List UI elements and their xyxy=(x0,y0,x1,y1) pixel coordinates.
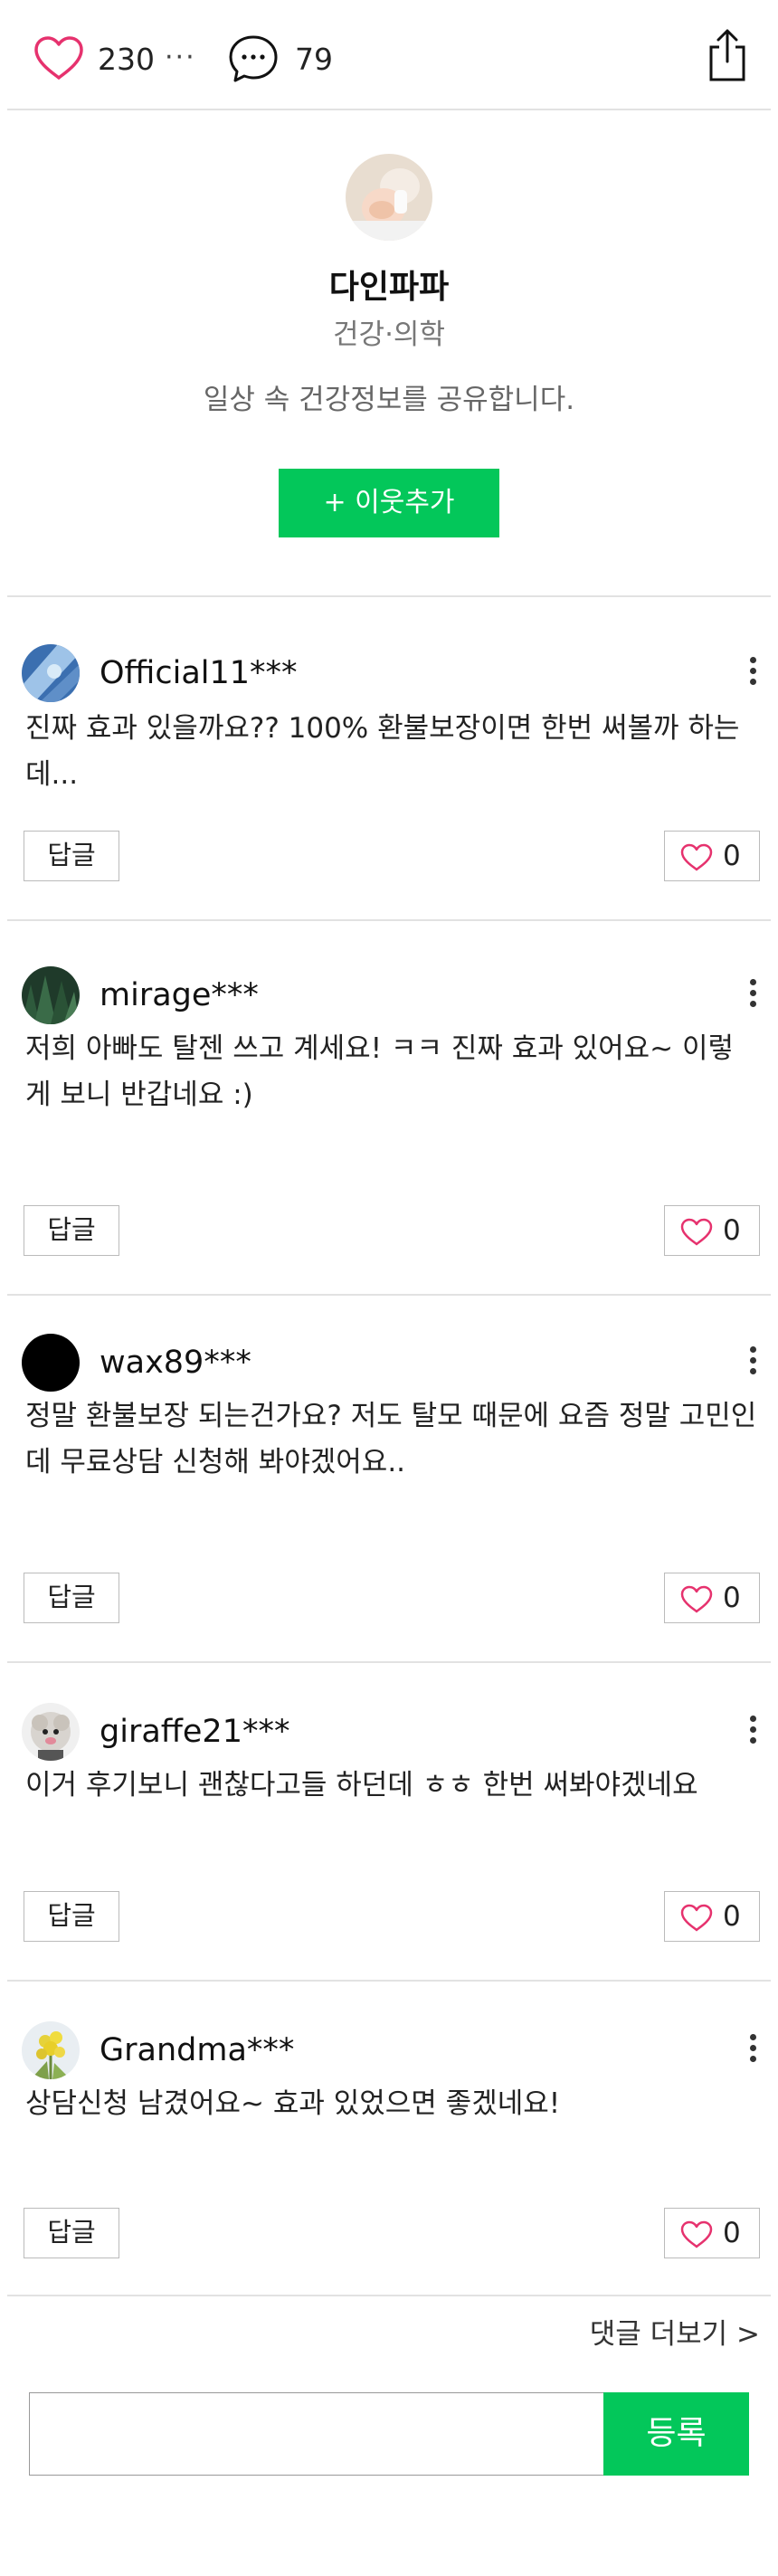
reply-button[interactable]: 답글 xyxy=(24,1573,119,1623)
comment-menu-icon[interactable] xyxy=(742,975,764,1015)
comment-username[interactable]: Grandma*** xyxy=(100,2030,294,2070)
comment-like-count: 0 xyxy=(723,840,741,872)
reply-button[interactable]: 답글 xyxy=(24,1205,119,1256)
comment-menu-icon[interactable] xyxy=(742,1343,764,1383)
comment-text: 상담신청 남겼어요~ 효과 있었으면 좋겠네요! xyxy=(25,2087,561,2120)
comment-item: mirage*** 저희 아빠도 탈젠 쓰고 계세요! ㅋㅋ 진짜 효과 있어요… xyxy=(0,921,778,1294)
comment-username[interactable]: giraffe21*** xyxy=(100,1712,289,1752)
heart-icon xyxy=(680,843,713,871)
more-comments-link[interactable]: 댓글 더보기 > xyxy=(489,2316,760,2353)
avatar[interactable] xyxy=(346,154,432,241)
comment-item: wax89*** 정말 환불보장 되는건가요? 저도 탈모 때문에 요즘 정말 … xyxy=(0,1296,778,1661)
avatar[interactable] xyxy=(22,1703,80,1761)
profile-description: 일상 속 건강정보를 공유합니다. xyxy=(203,384,575,416)
comment-like-button[interactable]: 0 xyxy=(664,1891,760,1942)
like-count: 230 xyxy=(98,42,155,77)
blog-profile: 다인파파 건강·의학 일상 속 건강정보를 공유합니다. + 이웃추가 xyxy=(0,110,778,595)
reply-button[interactable]: 답글 xyxy=(24,831,119,881)
comment-like-button[interactable]: 0 xyxy=(664,1573,760,1623)
avatar[interactable] xyxy=(22,644,80,702)
comment-like-button[interactable]: 0 xyxy=(664,2208,760,2258)
heart-icon xyxy=(680,1218,713,1246)
comment-username[interactable]: mirage*** xyxy=(100,975,259,1015)
action-bar: 230 ··· 79 xyxy=(0,0,778,109)
reply-button[interactable]: 답글 xyxy=(24,2208,119,2258)
divider xyxy=(7,2295,771,2296)
reply-button[interactable]: 답글 xyxy=(24,1891,119,1942)
avatar[interactable] xyxy=(22,2021,80,2079)
comment-item: giraffe21*** 이거 후기보니 괜찮다고들 하던데 ㅎㅎ 한번 써봐야… xyxy=(0,1663,778,1980)
comment-count: 79 xyxy=(295,42,333,77)
avatar[interactable] xyxy=(22,966,80,1024)
comment-item: Official11*** 진짜 효과 있을까요?? 100% 환불보장이면 한… xyxy=(0,597,778,919)
heart-icon[interactable] xyxy=(33,34,85,81)
comment-text: 진짜 효과 있을까요?? 100% 환불보장이면 한번 써볼까 하는데... xyxy=(25,712,740,791)
comment-like-button[interactable]: 0 xyxy=(664,1205,760,1256)
avatar[interactable] xyxy=(22,1334,80,1392)
share-icon[interactable] xyxy=(704,27,751,83)
heart-icon xyxy=(680,1904,713,1932)
comment-like-count: 0 xyxy=(723,2217,741,2249)
profile-category: 건강·의학 xyxy=(333,318,445,351)
comment-like-count: 0 xyxy=(723,1900,741,1933)
add-neighbor-button[interactable]: + 이웃추가 xyxy=(279,469,499,537)
comment-text: 이거 후기보니 괜찮다고들 하던데 ㅎㅎ 한번 써봐야겠네요 xyxy=(25,1769,698,1801)
comment-username[interactable]: wax89*** xyxy=(100,1343,251,1383)
heart-icon xyxy=(680,2220,713,2248)
comment-text: 정말 환불보장 되는건가요? 저도 탈모 때문에 요즘 정말 고민인데 무료상담… xyxy=(25,1400,757,1478)
comment-like-button[interactable]: 0 xyxy=(664,831,760,881)
comment-like-count: 0 xyxy=(723,1214,741,1247)
profile-name[interactable]: 다인파파 xyxy=(0,268,778,308)
comment-like-count: 0 xyxy=(723,1582,741,1614)
comment-item: Grandma*** 상담신청 남겼어요~ 효과 있었으면 좋겠네요! 답글 0 xyxy=(0,1982,778,2295)
comment-input[interactable] xyxy=(30,2393,603,2474)
comment-username[interactable]: Official11*** xyxy=(100,653,298,693)
comment-input-bar: 등록 xyxy=(29,2392,749,2476)
heart-icon xyxy=(680,1585,713,1613)
comment-text: 저희 아빠도 탈젠 쓰고 계세요! ㅋㅋ 진짜 효과 있어요~ 이렇게 보니 반… xyxy=(25,1032,735,1111)
submit-comment-button[interactable]: 등록 xyxy=(603,2392,749,2476)
comment-icon[interactable] xyxy=(226,33,280,85)
comment-menu-icon[interactable] xyxy=(742,1712,764,1752)
more-icon[interactable]: ··· xyxy=(165,40,196,76)
comment-menu-icon[interactable] xyxy=(742,653,764,693)
comment-menu-icon[interactable] xyxy=(742,2030,764,2070)
